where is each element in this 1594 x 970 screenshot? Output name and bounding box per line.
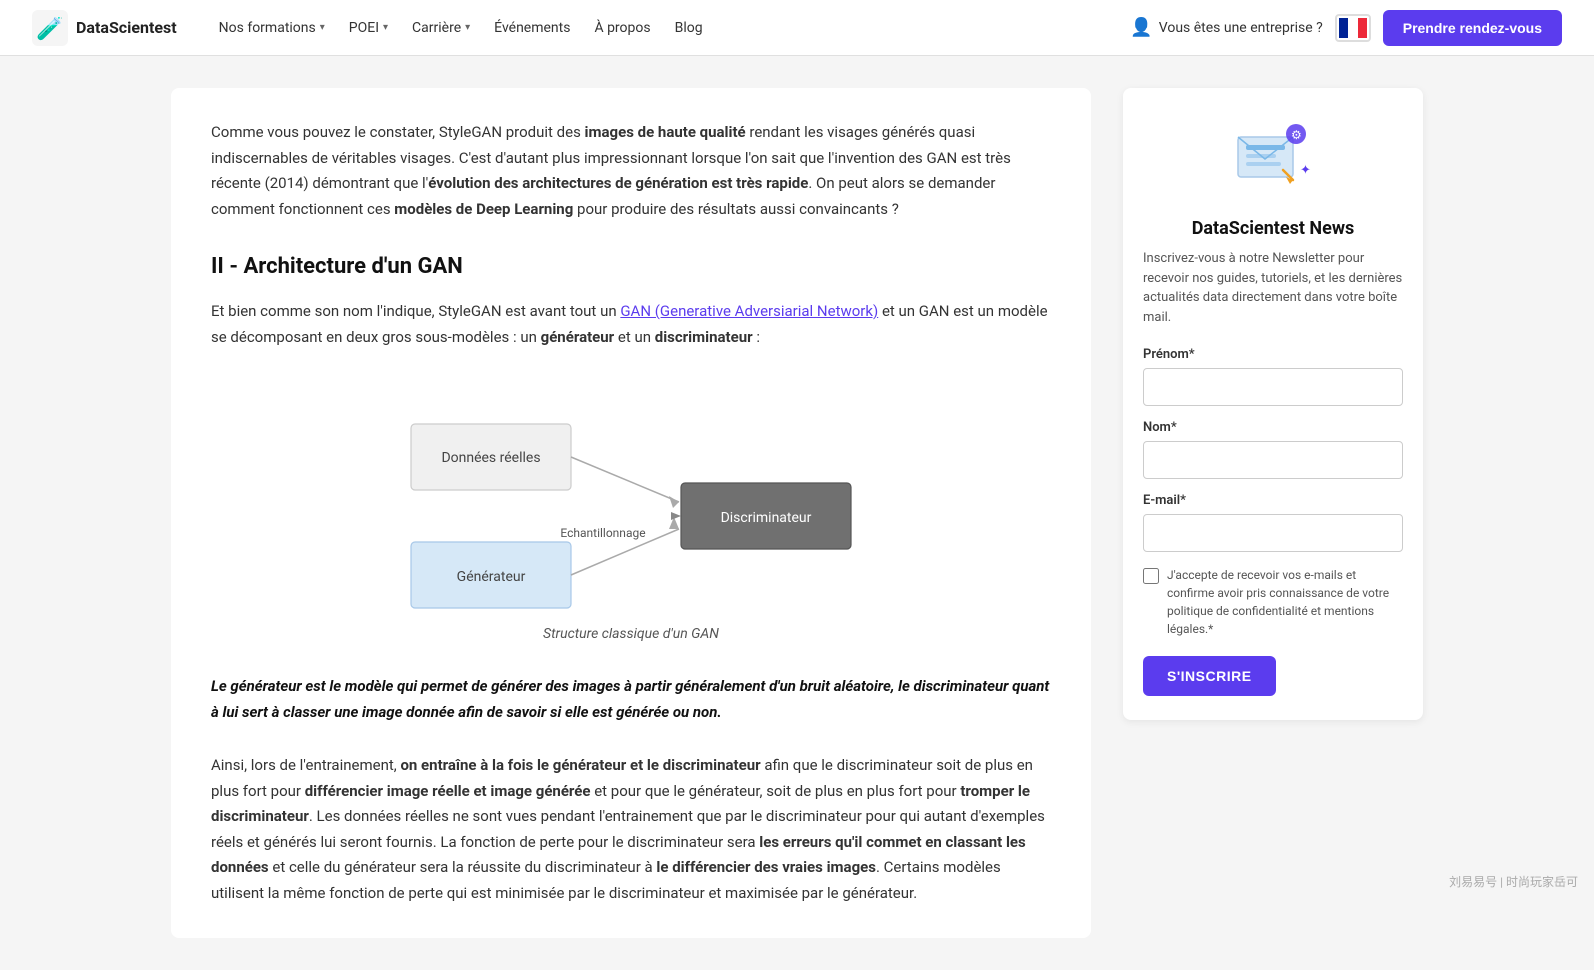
article-content: Comme vous pouvez le constater, StyleGAN…: [171, 88, 1091, 938]
sidebar: ⚙ ✦ DataScientest News Inscrivez-vous à …: [1123, 88, 1423, 720]
nav-formations[interactable]: Nos formations ▾: [209, 14, 335, 42]
consent-row: J'accepte de recevoir vos e-mails et con…: [1143, 566, 1403, 638]
checkbox-label: J'accepte de recevoir vos e-mails et con…: [1167, 566, 1403, 638]
enterprise-link[interactable]: 👤 Vous êtes une entreprise ?: [1130, 17, 1322, 38]
france-flag-icon: [1339, 18, 1367, 38]
gan-diagram: Données réelles Générateur Discriminateu…: [371, 374, 891, 614]
newsletter-card: ⚙ ✦ DataScientest News Inscrivez-vous à …: [1123, 88, 1423, 720]
nav-apropos[interactable]: À propos: [584, 14, 660, 42]
navbar: 🧪 DataScientest Nos formations ▾ POEI ▾ …: [0, 0, 1594, 56]
newsletter-icon-area: ⚙ ✦: [1143, 112, 1403, 202]
gan-link[interactable]: GAN (Generative Adversiarial Network): [620, 302, 878, 320]
nom-label: Nom*: [1143, 420, 1403, 435]
watermark: 刘易易号 | 时尚玩家岳可: [1449, 873, 1578, 890]
prenom-label: Prénom*: [1143, 347, 1403, 362]
bottom-paragraph: Ainsi, lors de l'entrainement, on entraî…: [211, 753, 1051, 906]
chevron-down-icon: ▾: [465, 22, 470, 33]
newsletter-title: DataScientest News: [1143, 218, 1403, 239]
svg-text:Discriminateur: Discriminateur: [721, 510, 812, 526]
nav-evenements[interactable]: Événements: [484, 14, 580, 42]
svg-text:Données réelles: Données réelles: [441, 450, 540, 466]
cta-rendez-vous-button[interactable]: Prendre rendez-vous: [1383, 10, 1562, 46]
newsletter-icon: ⚙ ✦: [1228, 112, 1318, 202]
email-label: E-mail*: [1143, 493, 1403, 508]
svg-text:🧪: 🧪: [36, 16, 63, 42]
logo-link[interactable]: 🧪 DataScientest: [32, 10, 177, 46]
svg-text:Echantillonnage: Echantillonnage: [560, 526, 645, 540]
chevron-down-icon: ▾: [383, 22, 388, 33]
intro-paragraph: Comme vous pouvez le constater, StyleGAN…: [211, 120, 1051, 222]
section-paragraph: Et bien comme son nom l'indique, StyleGA…: [211, 299, 1051, 350]
nav-right: 👤 Vous êtes une entreprise ? Prendre ren…: [1130, 10, 1562, 46]
newsletter-form: Prénom* Nom* E-mail* J'accepte de recevo…: [1143, 347, 1403, 696]
language-flag-button[interactable]: [1335, 14, 1371, 42]
prenom-input[interactable]: [1143, 368, 1403, 406]
nav-poei[interactable]: POEI ▾: [339, 14, 398, 42]
email-input[interactable]: [1143, 514, 1403, 552]
section-heading: II - Architecture d'un GAN: [211, 254, 1051, 279]
page-layout: Comme vous pouvez le constater, StyleGAN…: [147, 56, 1447, 970]
chevron-down-icon: ▾: [320, 22, 325, 33]
svg-text:✦: ✦: [1300, 163, 1311, 178]
enterprise-icon: 👤: [1130, 17, 1152, 38]
nav-carriere[interactable]: Carrière ▾: [402, 14, 480, 42]
nav-blog[interactable]: Blog: [665, 14, 713, 42]
nom-input[interactable]: [1143, 441, 1403, 479]
svg-text:Générateur: Générateur: [457, 569, 526, 585]
logo-icon: 🧪: [32, 10, 68, 46]
subscribe-button[interactable]: S'INSCRIRE: [1143, 656, 1276, 696]
newsletter-desc: Inscrivez-vous à notre Newsletter pour r…: [1143, 249, 1403, 327]
consent-checkbox[interactable]: [1143, 568, 1159, 584]
logo-text: DataScientest: [76, 18, 177, 37]
gan-diagram-container: Données réelles Générateur Discriminateu…: [211, 374, 1051, 642]
diagram-caption: Structure classique d'un GAN: [543, 626, 719, 642]
blockquote-text: Le générateur est le modèle qui permet d…: [211, 674, 1051, 725]
nav-links: Nos formations ▾ POEI ▾ Carrière ▾ Événe…: [209, 14, 1123, 42]
svg-text:⚙: ⚙: [1291, 128, 1302, 142]
